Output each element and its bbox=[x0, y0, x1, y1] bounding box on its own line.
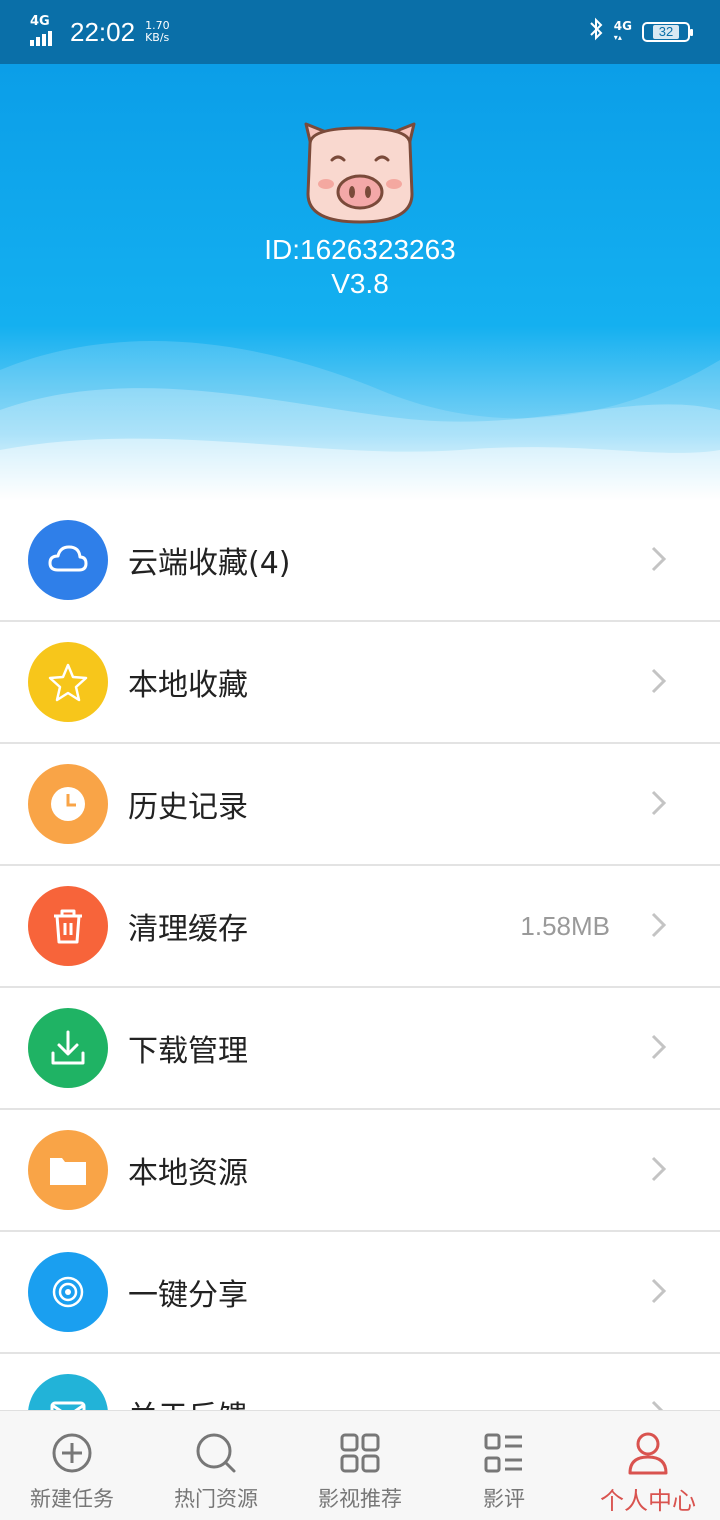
menu-label: 关于反馈 bbox=[128, 1392, 248, 1410]
menu-label: 云端收藏(4) bbox=[128, 546, 291, 581]
search-icon bbox=[196, 1433, 236, 1473]
chevron-right-icon bbox=[651, 546, 667, 572]
signal-icon: 4G bbox=[30, 15, 60, 49]
menu-item-about-feedback[interactable]: 关于反馈 bbox=[0, 1354, 720, 1410]
bottom-nav: 新建任务 热门资源 影视推荐 影评 个人中心 bbox=[0, 1410, 720, 1520]
menu-label: 一键分享 bbox=[128, 1278, 248, 1313]
pig-avatar[interactable] bbox=[296, 114, 424, 226]
menu-item-download-manager[interactable]: 下载管理 bbox=[0, 988, 720, 1110]
nav-hot-resources[interactable]: 热门资源 bbox=[144, 1411, 288, 1520]
menu-item-history[interactable]: 历史记录 bbox=[0, 744, 720, 866]
menu-label: 本地资源 bbox=[128, 1156, 248, 1191]
chevron-right-icon bbox=[651, 790, 667, 816]
nav-new-task[interactable]: 新建任务 bbox=[0, 1411, 144, 1520]
network-right: 4G ▾▴ bbox=[613, 19, 632, 42]
menu-list: 云端收藏(4) 本地收藏 历史记录 清理缓存 1.58MB 下载管理 本地资源 … bbox=[0, 500, 720, 1410]
network-type: 4G bbox=[30, 14, 50, 29]
cloud-icon bbox=[28, 520, 108, 600]
star-icon bbox=[28, 642, 108, 722]
nav-label: 影评 bbox=[483, 1487, 525, 1511]
chevron-right-icon bbox=[651, 912, 667, 938]
app-version: V3.8 bbox=[331, 268, 389, 299]
cache-size: 1.58MB bbox=[520, 910, 610, 941]
profile-header: ID:1626323263 V3.8 bbox=[0, 64, 720, 500]
bluetooth-icon bbox=[588, 17, 604, 47]
menu-item-cloud-favorites[interactable]: 云端收藏(4) bbox=[0, 500, 720, 622]
chevron-right-icon bbox=[651, 1034, 667, 1060]
chevron-right-icon bbox=[651, 668, 667, 694]
menu-item-local-resources[interactable]: 本地资源 bbox=[0, 1110, 720, 1232]
mail-icon bbox=[28, 1374, 108, 1410]
share-icon bbox=[28, 1252, 108, 1332]
menu-item-share[interactable]: 一键分享 bbox=[0, 1232, 720, 1354]
list-icon bbox=[484, 1433, 522, 1473]
nav-label: 个人中心 bbox=[600, 1487, 696, 1515]
status-bar: 4G 22:02 1.70 KB/s 4G ▾▴ 32 bbox=[0, 0, 720, 64]
menu-label: 本地收藏 bbox=[128, 668, 248, 703]
nav-label: 热门资源 bbox=[174, 1487, 258, 1511]
menu-label: 清理缓存 bbox=[128, 912, 248, 947]
user-id: ID:1626323263 bbox=[264, 234, 456, 265]
nav-recommendations[interactable]: 影视推荐 bbox=[288, 1411, 432, 1520]
wave-decoration bbox=[0, 341, 720, 500]
user-icon bbox=[628, 1432, 668, 1475]
network-type-right: 4G bbox=[613, 19, 632, 33]
battery-level: 32 bbox=[652, 25, 680, 39]
download-icon bbox=[28, 1008, 108, 1088]
clock: 22:02 bbox=[70, 16, 136, 47]
menu-item-clear-cache[interactable]: 清理缓存 1.58MB bbox=[0, 866, 720, 988]
grid-icon bbox=[340, 1433, 380, 1473]
clock-icon bbox=[28, 764, 108, 844]
nav-label: 影视推荐 bbox=[318, 1487, 402, 1511]
menu-item-local-favorites[interactable]: 本地收藏 bbox=[0, 622, 720, 744]
menu-label: 下载管理 bbox=[128, 1034, 248, 1069]
menu-label: 历史记录 bbox=[128, 790, 248, 825]
nav-label: 新建任务 bbox=[30, 1487, 114, 1511]
chevron-right-icon bbox=[651, 1156, 667, 1182]
battery-icon: 32 bbox=[642, 22, 693, 42]
chevron-right-icon bbox=[651, 1278, 667, 1304]
chevron-right-icon bbox=[651, 1400, 664, 1410]
folder-icon bbox=[28, 1130, 108, 1210]
trash-icon bbox=[28, 886, 108, 966]
speed-unit: KB/s bbox=[145, 31, 170, 44]
network-speed: 1.70 KB/s bbox=[145, 20, 170, 44]
nav-profile[interactable]: 个人中心 bbox=[576, 1411, 720, 1520]
nav-reviews[interactable]: 影评 bbox=[432, 1411, 576, 1520]
plus-circle-icon bbox=[52, 1433, 92, 1473]
